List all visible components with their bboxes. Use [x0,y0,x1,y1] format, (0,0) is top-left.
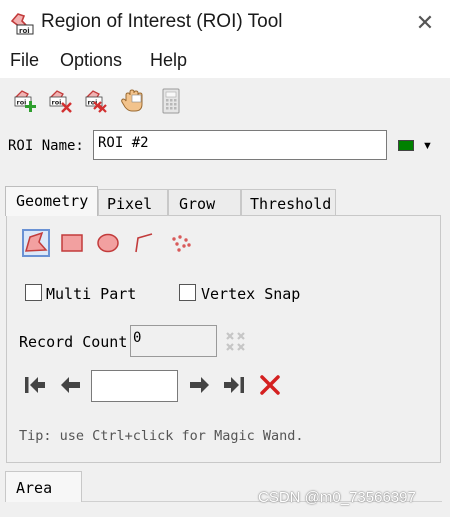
chevron-down-icon: ▼ [422,140,433,152]
tab-grow[interactable]: Grow [168,189,241,216]
clear-records-icon[interactable] [224,330,248,354]
roi-name-label: ROI Name: [8,138,84,154]
svg-text:roi: roi [19,27,30,35]
watermark: CSDN @m0_73566397 [258,489,416,506]
tab-pixel[interactable]: Pixel [98,189,168,216]
rectangle-tool-icon[interactable] [59,230,85,256]
record-number-input[interactable] [91,370,178,402]
ellipse-tool-icon[interactable] [95,230,121,256]
polygon-tool-icon[interactable] [22,229,50,257]
tip-text: Tip: use Ctrl+click for Magic Wand. [19,428,304,444]
vertex-snap-label: Vertex Snap [201,285,301,303]
tab-threshold[interactable]: Threshold [241,189,336,216]
toolbar: roi roi roi [0,78,450,124]
delete-all-roi-icon[interactable]: roi [84,88,110,114]
first-record-icon[interactable] [22,372,48,398]
vertex-snap-checkbox[interactable] [179,284,196,301]
close-button[interactable]: ✕ [408,8,442,38]
record-count-label: Record Count [19,333,128,351]
delete-roi-icon[interactable]: roi [48,88,74,114]
title-bar: roi Region of Interest (ROI) Tool ✕ [0,0,450,44]
svg-text:roi: roi [17,99,27,107]
delete-record-icon[interactable] [257,372,283,398]
menu-bar: File Options Help [0,44,450,78]
menu-file[interactable]: File [10,50,39,71]
roi-name-input[interactable]: ROI #2 [93,130,387,160]
roi-app-icon: roi [10,13,34,35]
next-record-icon[interactable] [186,372,212,398]
roi-color-picker[interactable]: ▼ [396,138,438,154]
calculator-icon[interactable] [158,88,184,114]
hand-pan-icon[interactable] [120,88,146,114]
polyline-tool-icon[interactable] [131,230,157,256]
menu-options[interactable]: Options [60,50,122,71]
point-tool-icon[interactable] [168,230,194,256]
previous-record-icon[interactable] [58,372,84,398]
multi-part-checkbox[interactable] [25,284,42,301]
svg-text:roi: roi [52,99,62,107]
new-roi-icon[interactable]: roi [13,88,39,114]
multi-part-label: Multi Part [46,285,137,303]
tab-area[interactable]: Area [5,471,82,502]
menu-help[interactable]: Help [150,50,187,71]
record-count-field: 0 [130,325,217,357]
roi-color-swatch [398,140,414,151]
last-record-icon[interactable] [221,372,247,398]
window-title: Region of Interest (ROI) Tool [41,11,283,32]
tab-geometry[interactable]: Geometry [5,186,98,216]
